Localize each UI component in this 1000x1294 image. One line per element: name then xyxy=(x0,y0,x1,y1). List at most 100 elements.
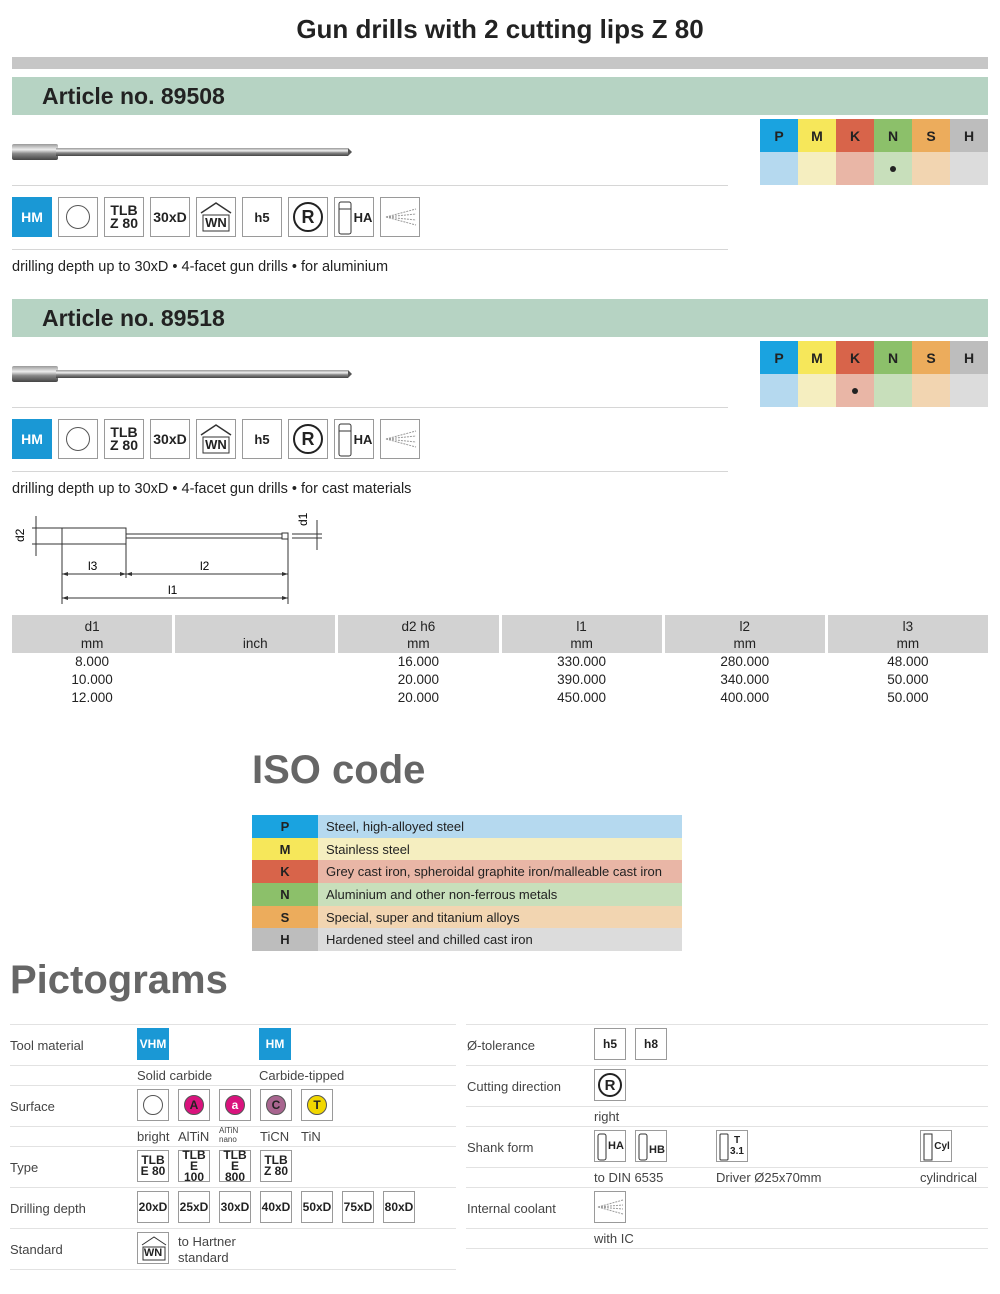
altin-nano-icon: a xyxy=(219,1089,251,1121)
pictogram-row-2: HM TLB Z 80 30xD WN h5 R HA xyxy=(12,419,420,462)
legend-shank-form-label: Shank form xyxy=(467,1140,534,1155)
shank-ha-icon: HA xyxy=(334,197,374,237)
iso-cell-k xyxy=(836,152,874,185)
iso-row-m: M Stainless steel xyxy=(252,837,682,861)
title-rule xyxy=(12,57,988,69)
separator xyxy=(12,249,728,250)
dim-cell: 16.000 xyxy=(397,654,440,669)
d2-label: d2 xyxy=(13,528,27,542)
shank-hb-legend-icon: HB xyxy=(635,1130,667,1162)
cylindrical-label: cylindrical xyxy=(920,1170,978,1185)
dim-header-cell: d2 h6 mm xyxy=(338,615,499,653)
depth-pictogram-75xd: 75xD xyxy=(342,1191,376,1225)
iso-cell-s xyxy=(912,374,950,407)
h5-pictogram: h5 xyxy=(594,1028,626,1060)
depth-pictogram-80xd: 80xD xyxy=(383,1191,417,1225)
tin-label: TiN xyxy=(301,1129,321,1144)
wn-standard-icon: WN xyxy=(196,197,236,237)
type-pictogram: TLB Z 80 xyxy=(104,419,144,459)
dimension-drawing: d2 d1 l3 l2 l1 xyxy=(13,512,322,604)
dim-header-cell: d1 mm xyxy=(12,615,173,653)
dim-cell: 20.000 xyxy=(397,672,440,687)
iso-header-h: H xyxy=(950,119,988,152)
suitability-dot xyxy=(852,387,858,394)
iso-header-h: H xyxy=(950,341,988,374)
iso-row-n: N Aluminium and other non-ferrous metals xyxy=(252,883,682,906)
dim-cell: 340.000 xyxy=(720,672,770,687)
l1-label: l1 xyxy=(168,583,178,597)
iso-cell-n xyxy=(874,152,912,185)
type-pictogram-e100: TLB E 100 xyxy=(178,1149,210,1183)
hm-legend-pictogram: HM xyxy=(259,1028,291,1060)
cylindrical-shank-icon: Cyl xyxy=(920,1130,952,1162)
iso-row-s: S Special, super and titanium alloys xyxy=(252,905,682,929)
depth-pictogram-30xd: 30xD xyxy=(219,1191,253,1225)
legend-tolerance-label: Ø-tolerance xyxy=(467,1038,535,1053)
type-pictogram-e800: TLB E 800 xyxy=(219,1149,251,1183)
depth-pictogram-40xd: 40xD xyxy=(260,1191,294,1225)
legend-drilling-depth-label: Drilling depth xyxy=(10,1201,86,1216)
internal-coolant-icon xyxy=(380,197,420,237)
iso-header-s: S xyxy=(912,119,950,152)
wn-standard-icon: WN xyxy=(196,419,236,459)
dim-header-cell: l3 mm xyxy=(827,615,988,653)
internal-coolant-legend-icon xyxy=(594,1191,626,1223)
iso-header-p: P xyxy=(760,341,798,374)
iso-header-m: M xyxy=(798,341,836,374)
bright-surface-icon xyxy=(58,197,98,237)
shank-ha-legend-icon: HA xyxy=(594,1130,626,1162)
article-bar-2: Article no. 89518 xyxy=(12,299,988,337)
h8-pictogram: h8 xyxy=(635,1028,667,1060)
altin-nano-label: AlTiN nano xyxy=(219,1126,239,1144)
ticn-label: TiCN xyxy=(260,1129,290,1144)
iso-header-n: N xyxy=(874,119,912,152)
altin-icon: A xyxy=(178,1089,210,1121)
separator xyxy=(12,407,728,408)
dim-cell: 400.000 xyxy=(720,690,770,705)
ticn-icon: C xyxy=(260,1089,292,1121)
iso-cell-m xyxy=(798,152,836,185)
dimension-table-body: 8.000 16.000 330.000 280.000 48.000 10.000 2… xyxy=(12,653,988,707)
dim-cell: 8.000 xyxy=(75,654,109,669)
iso-header-m: M xyxy=(798,119,836,152)
internal-coolant-icon xyxy=(380,419,420,459)
cutting-direction-icon: R xyxy=(288,419,328,459)
dimension-table-header: d1 mm inch d2 h6 mm l1 mm l2 mm l3 mm xyxy=(12,615,988,653)
legend-cutting-direction-label: Cutting direction xyxy=(467,1079,561,1094)
legend-internal-coolant-label: Internal coolant xyxy=(467,1201,556,1216)
iso-header-k: K xyxy=(836,119,874,152)
hm-pictogram: HM xyxy=(12,419,52,459)
dim-cell: 450.000 xyxy=(557,690,606,705)
type-pictogram-e80: TLB E 80 xyxy=(137,1150,169,1182)
separator xyxy=(12,185,728,186)
d1-label: d1 xyxy=(296,512,310,526)
dim-cell xyxy=(175,653,335,671)
drill-image-2 xyxy=(12,366,352,382)
legend-surface-label: Surface xyxy=(10,1099,55,1114)
depth-pictogram-20xd: 20xD xyxy=(137,1191,171,1225)
iso-code-title: ISO code xyxy=(252,748,426,792)
depth-pictogram: 30xD xyxy=(150,197,193,240)
right-label: right xyxy=(594,1109,620,1124)
iso-cell-m xyxy=(798,374,836,407)
iso-cell-p xyxy=(760,152,798,185)
standard-text-2: standard xyxy=(178,1250,229,1265)
iso-header-s: S xyxy=(912,341,950,374)
article-heading-1: Article no. 89508 xyxy=(42,83,225,109)
dimension-table: d1 mm inch d2 h6 mm l1 mm l2 mm l3 mm 8.000 16.00… xyxy=(12,615,988,707)
pictograms-title: Pictograms xyxy=(10,958,228,1002)
iso-cell-h xyxy=(950,374,988,407)
l3-label: l3 xyxy=(88,559,98,573)
page-title: Gun drills with 2 cutting lips Z 80 xyxy=(296,14,704,44)
cutting-direction-icon: R xyxy=(288,197,328,237)
with-ic-label: with IC xyxy=(594,1231,634,1246)
shank-ha-icon: HA xyxy=(334,419,374,459)
driver-label: Driver Ø25x70mm xyxy=(716,1170,822,1185)
solid-carbide-label: Solid carbide xyxy=(137,1068,213,1083)
drill-image-1 xyxy=(12,144,352,160)
dim-cell: 280.000 xyxy=(720,654,770,669)
iso-cell-s xyxy=(912,152,950,185)
dim-cell: 50.000 xyxy=(887,690,929,705)
bright-icon xyxy=(137,1089,169,1121)
pictogram-row-1: HM TLB Z 80 30xD WN h5 R HA xyxy=(12,197,420,240)
